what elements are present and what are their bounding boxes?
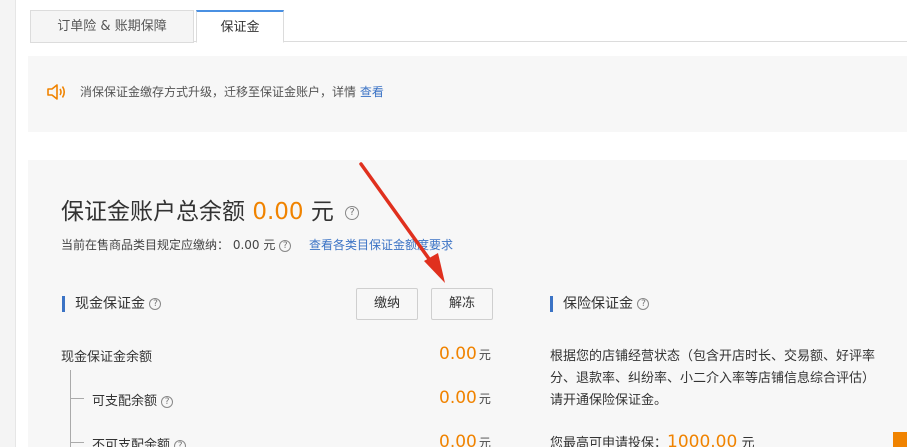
cash-balance-label: 现金保证金余额 [61, 350, 153, 365]
required-amount: 0.00 元 [232, 238, 276, 252]
insurance-description: 根据您的店铺经营状态（包含开店时长、交易额、好评率 分、退款率、纠纷率、小二介入… [550, 346, 907, 412]
available-balance-unit: 元 [478, 392, 491, 406]
unavailable-balance-unit: 元 [478, 436, 491, 447]
total-balance-title: 保证金账户总余额 0.00 元 ? [61, 192, 360, 226]
unavailable-label-text: 不可支配余额 [92, 438, 171, 447]
unavailable-balance-amount: 0.00 元 [439, 432, 491, 447]
speaker-icon [47, 84, 66, 100]
cash-balance-value: 0.00 [439, 344, 477, 364]
required-label: 当前在售商品类目规定应缴纳： [61, 238, 230, 252]
required-deposit-line: 当前在售商品类目规定应缴纳： 0.00 元 ? 查看各类目保证金额度要求 [61, 236, 453, 253]
cash-heading-label: 现金保证金 [75, 296, 145, 312]
unfreeze-button[interactable]: 解冻 [431, 288, 493, 320]
notice-banner: 消保保证金缴存方式升级，迁移至保证金账户，详情 查看 [28, 56, 907, 132]
insurance-desc-line: 分、退款率、纠纷率、小二介入率等店铺信息综合评估） [550, 371, 876, 386]
total-balance-label: 保证金账户总余额 [61, 199, 253, 225]
notice-message: 消保保证金缴存方式升级，迁移至保证金账户，详情 [80, 85, 360, 99]
deposit-panel: 保证金账户总余额 0.00 元 ? 当前在售商品类目规定应缴纳： 0.00 元 … [28, 160, 907, 447]
cash-balance-amount: 0.00 元 [439, 344, 491, 364]
pay-button[interactable]: 缴纳 [356, 288, 418, 320]
cash-balance-unit: 元 [478, 348, 491, 362]
quota-amount: 1000.00 [667, 432, 738, 447]
insurance-quota: 您最高可申请投保：1000.00 元 [550, 432, 754, 447]
help-icon[interactable]: ? [174, 439, 187, 447]
tree-branch [70, 398, 84, 399]
help-icon[interactable]: ? [161, 395, 174, 408]
left-scroll-gutter [0, 0, 16, 447]
tree-branch [70, 442, 84, 443]
help-icon[interactable]: ? [345, 205, 360, 220]
help-icon[interactable]: ? [637, 298, 650, 310]
help-icon[interactable]: ? [279, 239, 292, 252]
quota-label: 您最高可申请投保： [550, 436, 668, 447]
available-balance-value: 0.00 [439, 388, 477, 408]
total-balance-amount: 0.00 [252, 199, 304, 225]
available-balance-label: 可支配余额 ? [92, 390, 174, 409]
quota-unit: 元 [737, 436, 755, 447]
notice-text: 消保保证金缴存方式升级，迁移至保证金账户，详情 查看 [80, 83, 384, 100]
tab-deposit[interactable]: 保证金 [196, 10, 284, 43]
help-icon[interactable]: ? [149, 298, 162, 310]
cash-deposit-heading: 现金保证金 ? [62, 296, 162, 312]
notice-view-link[interactable]: 查看 [360, 85, 384, 99]
total-balance-unit: 元 [303, 199, 334, 225]
insurance-desc-line: 请开通保险保证金。 [550, 393, 668, 408]
insurance-desc-line: 根据您的店铺经营状态（包含开店时长、交易额、好评率 [550, 349, 876, 364]
tab-order-insurance[interactable]: 订单险 & 账期保障 [30, 10, 194, 43]
insurance-deposit-heading: 保险保证金 ? [550, 296, 650, 312]
unavailable-balance-label: 不可支配余额 ? [92, 434, 187, 447]
unavailable-balance-value: 0.00 [439, 432, 477, 447]
apply-button-edge[interactable] [893, 432, 907, 447]
requirement-link[interactable]: 查看各类目保证金额度要求 [309, 238, 453, 252]
insurance-heading-label: 保险保证金 [563, 296, 633, 312]
available-balance-amount: 0.00 元 [439, 388, 491, 408]
available-label-text: 可支配余额 [92, 394, 158, 409]
tab-bar: 订单险 & 账期保障 保证金 [30, 10, 907, 43]
tree-line [70, 370, 71, 447]
